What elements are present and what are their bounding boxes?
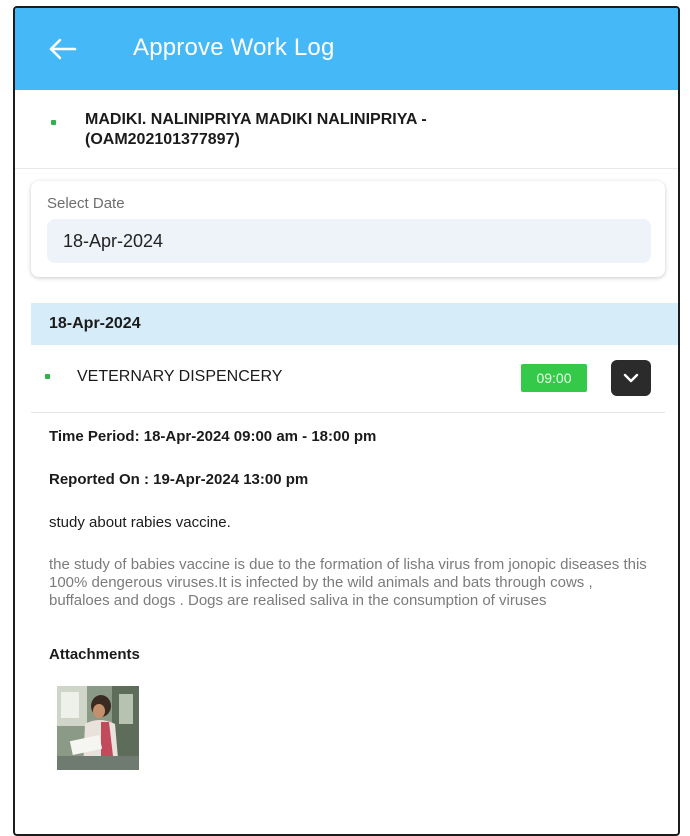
hours-badge: 09:00 [521,364,587,392]
bullet-icon [51,120,56,125]
date-label: Select Date [47,195,125,212]
bullet-icon [45,374,50,379]
photo-thumbnail-icon [57,686,139,770]
back-arrow-icon[interactable] [45,32,79,66]
work-log-entry[interactable]: VETERNARY DISPENCERY 09:00 [31,346,665,413]
date-card: Select Date 18-Apr-2024 [31,181,665,277]
day-header-date: 18-Apr-2024 [49,315,141,332]
attachment-thumbnail[interactable] [57,686,139,770]
app-bar: Approve Work Log [15,8,678,90]
chevron-down-icon [623,373,639,383]
attachments-title: Attachments [49,646,140,663]
date-input[interactable]: 18-Apr-2024 [47,219,651,263]
work-subject: study about rabies vaccine. [49,514,231,531]
page-title: Approve Work Log [133,34,335,61]
entry-name: VETERNARY DISPENCERY [77,368,283,385]
employee-name: MADIKI. NALINIPRIYA MADIKI NALINIPRIYA -… [85,111,427,148]
reported-on: Reported On : 19-Apr-2024 13:00 pm [49,471,309,488]
work-description: the study of babies vaccine is due to th… [49,556,647,609]
expand-button[interactable] [611,360,651,396]
device-frame: Approve Work Log MADIKI. NALINIPRIYA MAD… [13,6,680,836]
day-header: 18-Apr-2024 [31,303,678,345]
employee-row: MADIKI. NALINIPRIYA MADIKI NALINIPRIYA -… [15,90,678,169]
time-period: Time Period: 18-Apr-2024 09:00 am - 18:0… [49,428,377,445]
